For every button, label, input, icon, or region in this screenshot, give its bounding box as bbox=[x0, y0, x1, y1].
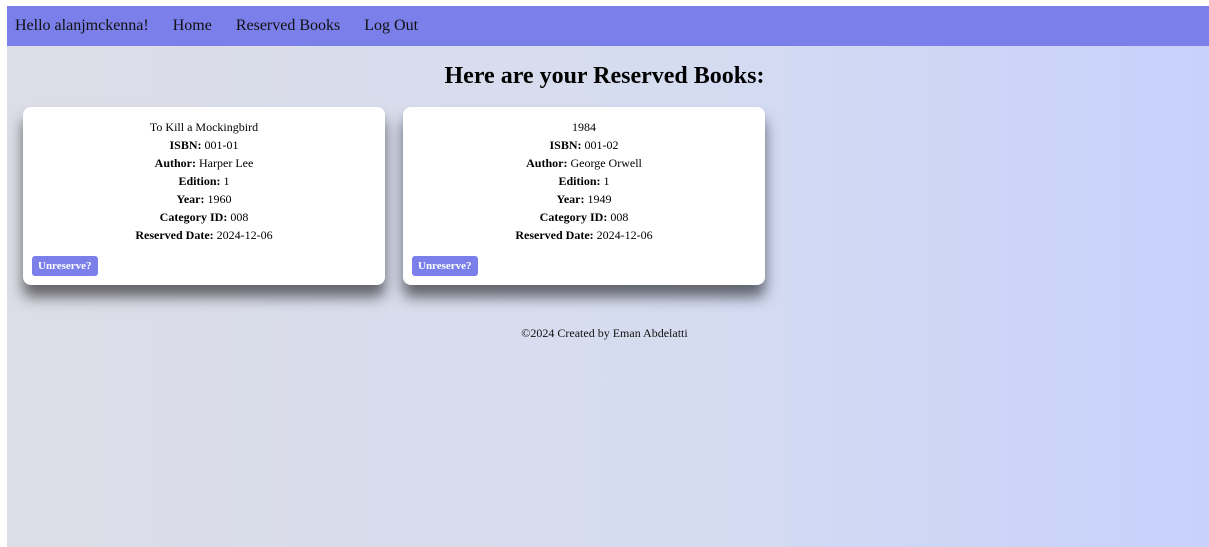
unreserve-button[interactable]: Unreserve? bbox=[32, 256, 98, 276]
category-value: 008 bbox=[230, 210, 249, 224]
isbn-label: ISBN: bbox=[169, 138, 202, 152]
book-reserved-row: Reserved Date: 2024-12-06 bbox=[403, 226, 765, 244]
year-value: 1960 bbox=[207, 192, 232, 206]
edition-value: 1 bbox=[223, 174, 230, 188]
isbn-value: 001-02 bbox=[584, 138, 619, 152]
book-category-row: Category ID: 008 bbox=[23, 208, 385, 226]
book-edition-row: Edition: 1 bbox=[23, 172, 385, 190]
book-author-row: Author: George Orwell bbox=[403, 154, 765, 172]
user-greeting: Hello alanjmckenna! bbox=[15, 17, 149, 34]
book-year-row: Year: 1949 bbox=[403, 190, 765, 208]
reserved-date-value: 2024-12-06 bbox=[216, 228, 273, 242]
book-card: To Kill a Mockingbird ISBN: 001-01 Autho… bbox=[23, 107, 385, 285]
edition-value: 1 bbox=[603, 174, 610, 188]
edition-label: Edition: bbox=[558, 174, 601, 188]
book-author-row: Author: Harper Lee bbox=[23, 154, 385, 172]
reserved-date-label: Reserved Date: bbox=[135, 228, 214, 242]
book-isbn-row: ISBN: 001-02 bbox=[403, 136, 765, 154]
book-edition-row: Edition: 1 bbox=[403, 172, 765, 190]
isbn-label: ISBN: bbox=[549, 138, 582, 152]
year-label: Year: bbox=[556, 192, 585, 206]
book-year-row: Year: 1960 bbox=[23, 190, 385, 208]
year-label: Year: bbox=[176, 192, 205, 206]
author-value: Harper Lee bbox=[199, 156, 254, 170]
book-reserved-row: Reserved Date: 2024-12-06 bbox=[23, 226, 385, 244]
book-card: 1984 ISBN: 001-02 Author: George Orwell … bbox=[403, 107, 765, 285]
book-details: 1984 ISBN: 001-02 Author: George Orwell … bbox=[403, 118, 765, 244]
book-isbn-row: ISBN: 001-01 bbox=[23, 136, 385, 154]
category-label: Category ID: bbox=[539, 210, 608, 224]
author-label: Author: bbox=[526, 156, 568, 170]
reserved-date-value: 2024-12-06 bbox=[596, 228, 653, 242]
author-value: George Orwell bbox=[570, 156, 642, 170]
category-value: 008 bbox=[610, 210, 629, 224]
book-title: To Kill a Mockingbird bbox=[149, 120, 259, 134]
page-frame: Hello alanjmckenna! Home Reserved Books … bbox=[7, 6, 1209, 547]
reserved-date-label: Reserved Date: bbox=[515, 228, 594, 242]
book-category-row: Category ID: 008 bbox=[403, 208, 765, 226]
author-label: Author: bbox=[154, 156, 197, 170]
nav-link-home[interactable]: Home bbox=[173, 17, 212, 35]
edition-label: Edition: bbox=[178, 174, 221, 188]
nav-link-log-out[interactable]: Log Out bbox=[364, 17, 418, 35]
footer-text: ©2024 Created by Eman Abdelatti bbox=[521, 326, 688, 340]
category-label: Category ID: bbox=[159, 210, 228, 224]
isbn-value: 001-01 bbox=[204, 138, 239, 152]
book-title: 1984 bbox=[572, 120, 596, 134]
year-value: 1949 bbox=[587, 192, 612, 206]
navbar: Hello alanjmckenna! Home Reserved Books … bbox=[7, 6, 1209, 46]
unreserve-button[interactable]: Unreserve? bbox=[412, 256, 478, 276]
book-details: To Kill a Mockingbird ISBN: 001-01 Autho… bbox=[23, 118, 385, 244]
page-title: Here are your Reserved Books: bbox=[444, 63, 765, 89]
nav-link-reserved-books[interactable]: Reserved Books bbox=[236, 17, 340, 35]
